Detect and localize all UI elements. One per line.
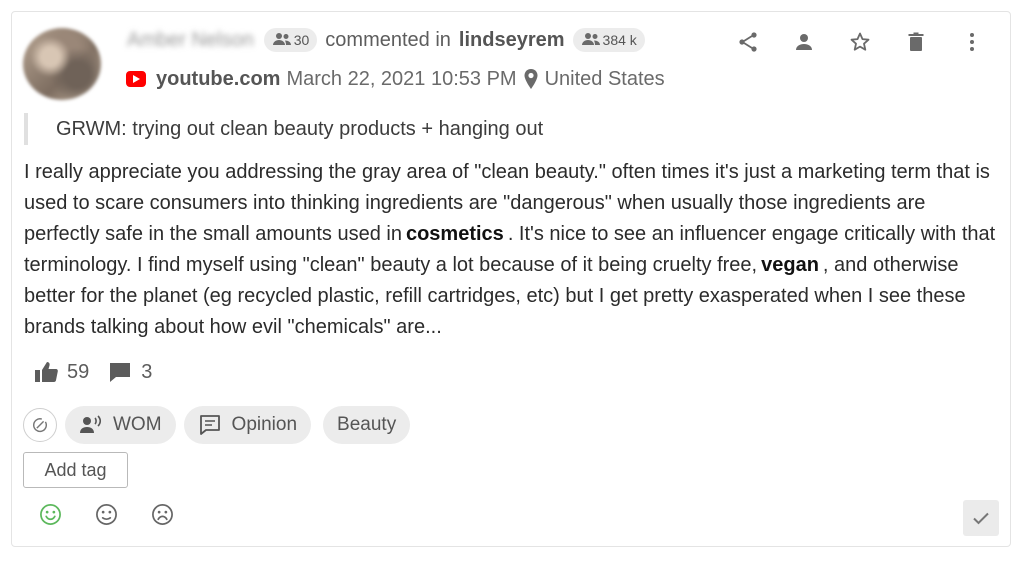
- tag-row: WOM Opinion Beauty: [23, 406, 411, 444]
- share-button[interactable]: [720, 28, 776, 56]
- favorite-button[interactable]: [832, 28, 888, 56]
- person-icon: [796, 34, 812, 50]
- more-vert-icon: [970, 33, 974, 51]
- post-date[interactable]: March 22, 2021 10:53 PM: [286, 68, 516, 91]
- feedback-icon: [199, 415, 220, 435]
- people-icon: [581, 33, 600, 45]
- neutral-face-icon[interactable]: [95, 503, 118, 526]
- avatar[interactable]: [23, 28, 101, 100]
- tag-label: Opinion: [231, 414, 298, 435]
- action-text: commented in: [325, 28, 451, 51]
- author-name[interactable]: Amber Nelson: [127, 29, 254, 52]
- tag-beauty[interactable]: Beauty: [323, 406, 411, 444]
- post-header: Amber Nelson 30 commented in lindseyrem …: [127, 26, 645, 54]
- mark-reviewed-button[interactable]: [963, 500, 999, 536]
- location-text: United States: [544, 67, 665, 90]
- comment-body: I really appreciate you addressing the g…: [24, 157, 1004, 343]
- auto-tag-button[interactable]: [23, 408, 57, 442]
- author-followers-count: 30: [293, 32, 310, 48]
- author-followers-badge: 30: [263, 28, 318, 52]
- likes-stat: 59: [33, 360, 89, 384]
- more-options-button[interactable]: [944, 28, 1000, 56]
- checkmark-icon: [973, 512, 989, 525]
- delete-button[interactable]: [888, 28, 944, 56]
- quoted-title[interactable]: GRWM: trying out clean beauty products +…: [24, 113, 543, 145]
- source-domain[interactable]: youtube.com: [156, 68, 280, 91]
- comment-bubble-icon: [110, 363, 131, 382]
- channel-followers-badge: 384 k: [572, 28, 645, 52]
- share-icon: [739, 32, 757, 52]
- action-toolbar: [720, 28, 1000, 56]
- channel-handle[interactable]: lindseyrem: [459, 29, 565, 52]
- keyword-highlight: vegan: [761, 254, 819, 276]
- tag-label: WOM: [113, 414, 162, 435]
- tag-opinion[interactable]: Opinion: [183, 406, 312, 444]
- speaking-person-icon: [80, 415, 102, 433]
- comments-stat: 3: [107, 360, 152, 384]
- assign-user-button[interactable]: [776, 28, 832, 56]
- keyword-highlight: cosmetics: [405, 223, 504, 245]
- comments-count: 3: [141, 360, 153, 383]
- tag-label: Beauty: [337, 414, 397, 435]
- people-icon: [272, 33, 291, 45]
- engagement-stats: 59 3: [33, 360, 170, 384]
- smile-icon[interactable]: [39, 503, 62, 526]
- sentiment-selector: [39, 503, 174, 526]
- add-tag-button[interactable]: Add tag: [23, 452, 128, 488]
- location-pin-icon: [523, 68, 539, 90]
- star-icon: [850, 32, 870, 51]
- auto-tag-icon: [33, 418, 47, 433]
- tag-wom[interactable]: WOM: [65, 406, 176, 444]
- youtube-icon: [126, 71, 146, 87]
- frown-icon[interactable]: [151, 503, 174, 526]
- post-meta: youtube.com March 22, 2021 10:53 PM Unit…: [126, 66, 665, 92]
- thumbs-up-icon: [35, 362, 58, 382]
- likes-count: 59: [67, 360, 90, 383]
- channel-followers-count: 384 k: [602, 32, 637, 48]
- trash-icon: [908, 32, 924, 51]
